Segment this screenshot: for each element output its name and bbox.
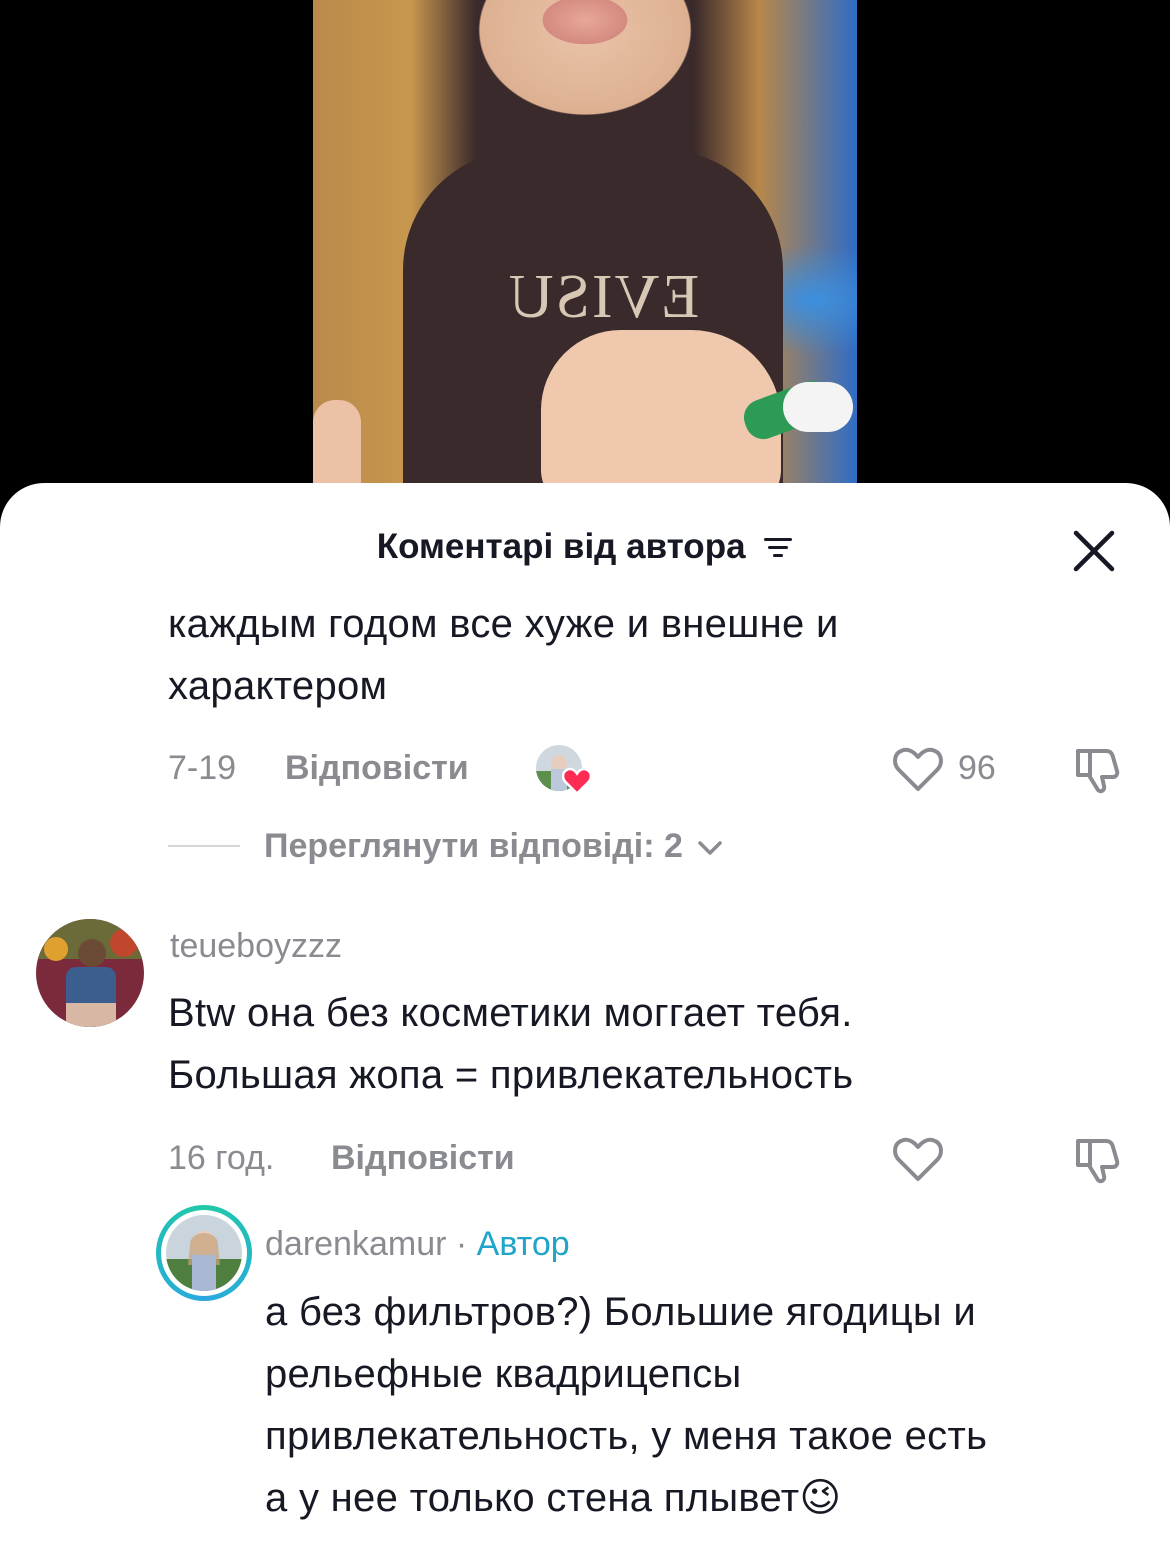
close-icon[interactable] [1066,523,1122,579]
view-replies-label: Переглянути відповіді: 2 [264,827,683,865]
comment-line-text: а у нее только стена плывет [265,1476,800,1520]
avatar-image [166,1215,242,1291]
comment-text: каждым годом все хуже и внешне и характе… [168,593,839,717]
reply-button[interactable]: Відповісти [285,749,469,788]
comment-text: Btw она без косметики моггает тебя. Боль… [168,982,853,1106]
heart-badge-icon [562,767,592,795]
avatar[interactable] [36,919,144,1027]
comment-line: рельефные квадрицепсы [265,1352,742,1396]
comment-line: каждым годом все хуже и внешне и [168,602,839,646]
replies-divider [168,845,240,847]
separator: · [446,1225,477,1263]
comment-date: 16 год. [168,1139,275,1177]
heart-outline-icon[interactable] [890,1131,946,1187]
toothpaste-foam [783,382,853,432]
view-replies-button[interactable]: Переглянути відповіді: 2 [264,827,724,866]
wink-emoji-icon: 😉 [799,1475,842,1521]
author-avatar-ring[interactable] [156,1205,252,1301]
video-player[interactable]: EVISU [0,0,1170,500]
author-badge: Автор [476,1225,570,1263]
shirt-print: EVISU [506,263,700,331]
comment-line: привлекательность, у меня такое есть [265,1414,988,1458]
like-count: 96 [958,749,996,787]
comment-line: характером [168,664,388,708]
comments-sheet: Коментарі від автора каждым годом все ху… [0,483,1170,1560]
chevron-down-icon [698,841,723,855]
comment-date: 7-19 [168,749,237,787]
reply-username-line: darenkamur · Автор [265,1225,570,1264]
comment-line: а у нее только стена плывет😉 [265,1467,987,1529]
filter-icon [764,537,793,557]
reply-username[interactable]: darenkamur [265,1225,446,1263]
comments-title: Коментарі від автора [376,527,746,566]
comment-line: Btw она без косметики моггает тебя. [168,991,853,1035]
comment-line: Большая жопа = привлекательность [168,1053,854,1097]
video-frame: EVISU [313,0,857,500]
thumbs-down-icon[interactable] [1070,1131,1126,1187]
author-avatar-inner [161,1210,247,1296]
comment-line: а без фильтров?) Большие ягодицы и [265,1290,977,1334]
reply-text: а без фильтров?) Большие ягодицы и релье… [265,1281,987,1529]
comments-header: Коментарі від автора [0,519,1170,575]
heart-outline-icon[interactable] [890,741,946,797]
thumbs-down-icon[interactable] [1070,741,1126,797]
reply-button[interactable]: Відповісти [331,1139,515,1178]
comment-username[interactable]: teueboyzzz [170,927,342,966]
avatar-image [36,919,144,1027]
comments-filter-button[interactable]: Коментарі від автора [0,527,1170,567]
